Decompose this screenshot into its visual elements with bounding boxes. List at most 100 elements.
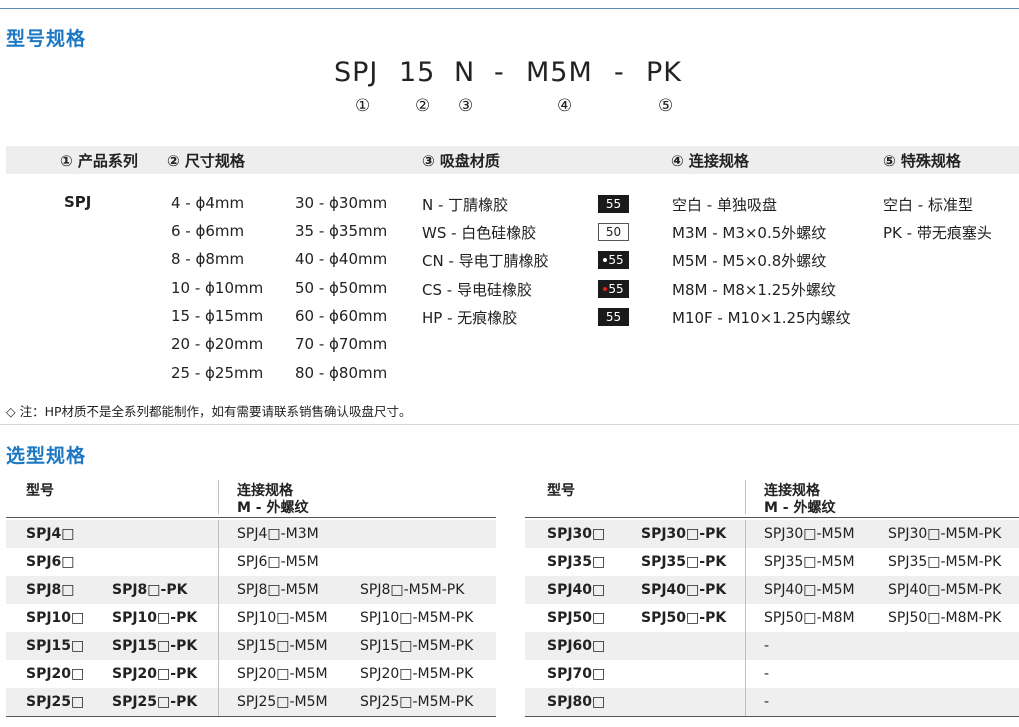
- size-item: 20 - ϕ20mm: [171, 335, 264, 353]
- material-item: CN - 导电丁腈橡胶: [422, 252, 549, 270]
- model-cell: SPJ80□: [547, 694, 606, 710]
- connection-cell: -: [764, 666, 770, 682]
- special-item: 空白 - 标准型: [883, 196, 973, 214]
- size-item: 6 - ϕ6mm: [171, 222, 245, 240]
- connection-item: M8M - M8×1.25外螺纹: [672, 281, 836, 299]
- code-number: ①: [355, 96, 371, 116]
- size-item: 25 - ϕ25mm: [171, 364, 264, 382]
- model-code-size: 15: [399, 57, 436, 88]
- model-code-material: N: [454, 57, 476, 88]
- connection-pk-cell: SPJ20□-M5M-PK: [360, 666, 474, 682]
- model-pk-cell: SPJ30□-PK: [641, 526, 727, 542]
- column-separator: [745, 520, 746, 716]
- connection-pk-cell: SPJ8□-M5M-PK: [360, 582, 465, 598]
- table-header-thread: M - 外螺纹: [764, 500, 836, 516]
- model-code-special: PK: [646, 57, 682, 88]
- size-item: 70 - ϕ70mm: [295, 335, 388, 353]
- header-connection: ④ 连接规格: [671, 152, 749, 170]
- section-title-model-spec: 型号规格: [6, 28, 87, 50]
- size-item: 10 - ϕ10mm: [171, 279, 264, 297]
- code-number: ④: [557, 96, 573, 116]
- top-divider: [0, 8, 1019, 9]
- table-bottom-rule: [525, 716, 1019, 717]
- model-cell: SPJ10□: [26, 610, 85, 626]
- connection-pk-cell: SPJ25□-M5M-PK: [360, 694, 474, 710]
- spec-header-band: [6, 146, 1019, 174]
- conductive-dot-icon: [603, 257, 608, 262]
- connection-pk-cell: SPJ15□-M5M-PK: [360, 638, 474, 654]
- model-pk-cell: SPJ8□-PK: [112, 582, 188, 598]
- code-number: ②: [415, 96, 431, 116]
- model-code-connection: M5M: [526, 57, 593, 88]
- table-bottom-rule: [6, 716, 496, 717]
- material-item: WS - 白色硅橡胶: [422, 224, 537, 242]
- size-item: 80 - ϕ80mm: [295, 364, 388, 382]
- connection-cell: SPJ35□-M5M: [764, 554, 855, 570]
- header-material: ③ 吸盘材质: [422, 152, 500, 170]
- connection-cell: -: [764, 694, 770, 710]
- connection-pk-cell: SPJ10□-M5M-PK: [360, 610, 474, 626]
- model-pk-cell: SPJ35□-PK: [641, 554, 727, 570]
- header-separator: [745, 480, 746, 514]
- model-code-series: SPJ: [334, 57, 379, 88]
- model-cell: SPJ6□: [26, 554, 75, 570]
- hardness-badge: 55: [598, 195, 629, 213]
- size-item: 50 - ϕ50mm: [295, 279, 388, 297]
- hardness-badge: 55: [598, 308, 629, 326]
- size-item: 8 - ϕ8mm: [171, 250, 245, 268]
- series-value: SPJ: [64, 193, 92, 211]
- size-item: 4 - ϕ4mm: [171, 194, 245, 212]
- connection-cell: SPJ40□-M5M: [764, 582, 855, 598]
- connection-item: M3M - M3×0.5外螺纹: [672, 224, 827, 242]
- connection-cell: SPJ25□-M5M: [237, 694, 328, 710]
- model-cell: SPJ4□: [26, 526, 75, 542]
- header-separator: [218, 480, 219, 514]
- code-number: ③: [458, 96, 474, 116]
- connection-cell: SPJ8□-M5M: [237, 582, 319, 598]
- note-text: ◇ 注：HP材质不是全系列都能制作，如有需要请联系销售确认吸盘尺寸。: [6, 404, 412, 419]
- header-product-series: ① 产品系列: [60, 152, 138, 170]
- section-divider: [0, 424, 1019, 425]
- connection-pk-cell: SPJ50□-M8M-PK: [888, 610, 1002, 626]
- model-cell: SPJ15□: [26, 638, 85, 654]
- connection-pk-cell: SPJ40□-M5M-PK: [888, 582, 1002, 598]
- connection-pk-cell: SPJ35□-M5M-PK: [888, 554, 1002, 570]
- model-cell: SPJ25□: [26, 694, 85, 710]
- size-item: 35 - ϕ35mm: [295, 222, 388, 240]
- hardness-badge: 55: [598, 280, 629, 298]
- model-cell: SPJ8□: [26, 582, 75, 598]
- connection-item: M10F - M10×1.25内螺纹: [672, 309, 851, 327]
- model-cell: SPJ40□: [547, 582, 606, 598]
- model-code-dash: -: [614, 57, 625, 88]
- size-item: 30 - ϕ30mm: [295, 194, 388, 212]
- size-item: 60 - ϕ60mm: [295, 307, 388, 325]
- model-pk-cell: SPJ40□-PK: [641, 582, 727, 598]
- model-pk-cell: SPJ10□-PK: [112, 610, 198, 626]
- model-cell: SPJ60□: [547, 638, 606, 654]
- model-cell: SPJ20□: [26, 666, 85, 682]
- conductive-dot-icon: [603, 286, 608, 291]
- connection-cell: SPJ6□-M5M: [237, 554, 319, 570]
- model-pk-cell: SPJ50□-PK: [641, 610, 727, 626]
- hardness-badge: 50: [598, 223, 629, 241]
- material-item: HP - 无痕橡胶: [422, 309, 518, 327]
- connection-cell: SPJ10□-M5M: [237, 610, 328, 626]
- special-item: PK - 带无痕塞头: [883, 224, 992, 242]
- table-header-model: 型号: [26, 483, 54, 499]
- connection-item: 空白 - 单独吸盘: [672, 196, 777, 214]
- connection-cell: SPJ20□-M5M: [237, 666, 328, 682]
- hardness-badge: 55: [598, 251, 629, 269]
- size-item: 15 - ϕ15mm: [171, 307, 264, 325]
- table-header-rule: [6, 517, 496, 518]
- model-pk-cell: SPJ20□-PK: [112, 666, 198, 682]
- code-number: ⑤: [658, 96, 674, 116]
- material-item: CS - 导电硅橡胶: [422, 281, 532, 299]
- table-header-model: 型号: [547, 483, 575, 499]
- connection-cell: -: [764, 638, 770, 654]
- model-code-dash: -: [494, 57, 505, 88]
- connection-cell: SPJ15□-M5M: [237, 638, 328, 654]
- model-pk-cell: SPJ15□-PK: [112, 638, 198, 654]
- connection-item: M5M - M5×0.8外螺纹: [672, 252, 827, 270]
- size-item: 40 - ϕ40mm: [295, 250, 388, 268]
- connection-pk-cell: SPJ30□-M5M-PK: [888, 526, 1002, 542]
